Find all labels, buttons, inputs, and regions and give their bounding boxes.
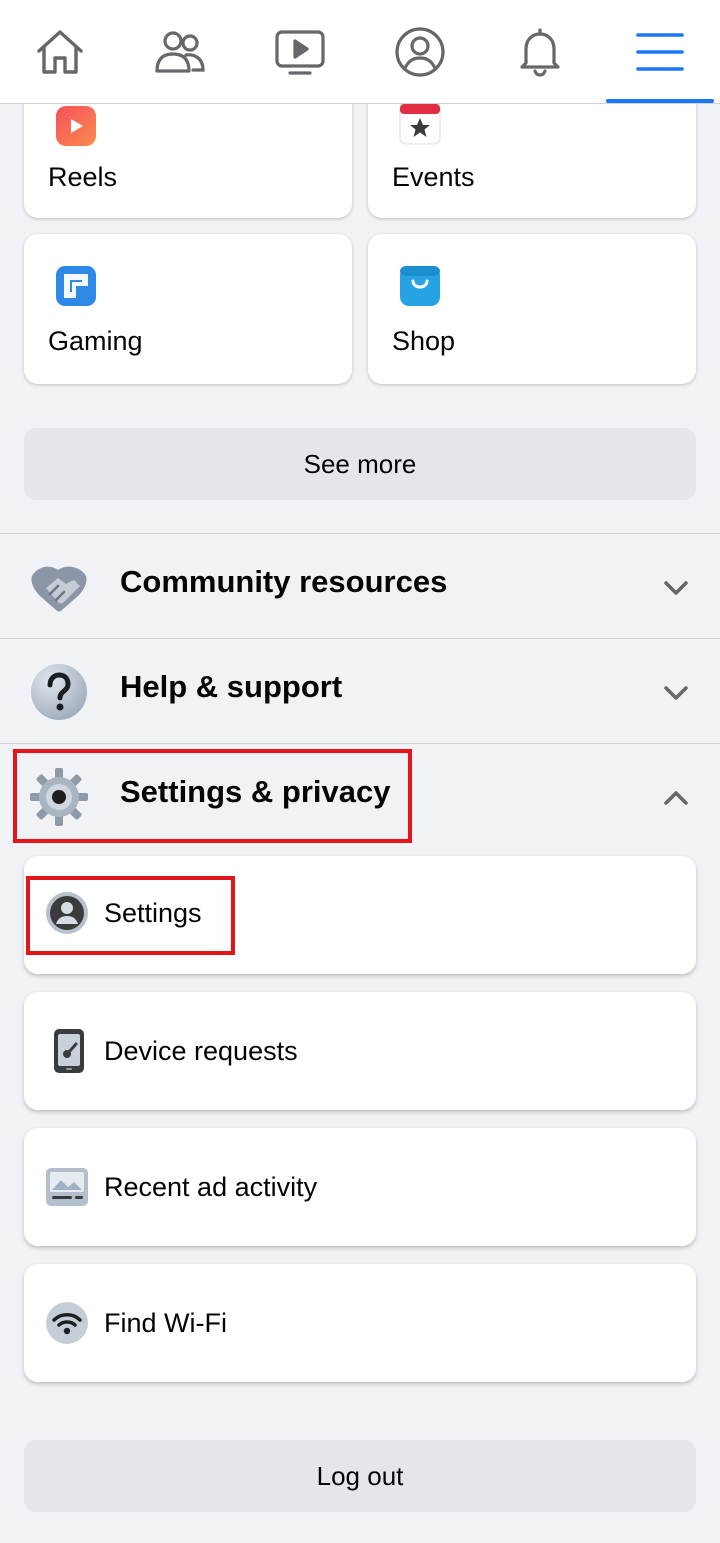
nav-menu[interactable] — [600, 0, 720, 104]
gear-icon — [30, 768, 88, 826]
menu-item-label: Device requests — [104, 1036, 298, 1066]
section-help-support[interactable]: Help & support — [0, 639, 720, 743]
shortcut-reels[interactable]: Reels — [24, 90, 352, 218]
phone-key-icon — [54, 1029, 84, 1073]
notifications-icon — [520, 28, 560, 77]
section-community-resources[interactable]: Community resources — [0, 534, 720, 638]
nav-home[interactable] — [0, 0, 120, 104]
nav-notifications[interactable] — [480, 0, 600, 104]
chevron-down-icon — [664, 686, 688, 700]
menu-item-settings[interactable]: Settings — [24, 856, 696, 974]
shortcut-label: Gaming — [48, 326, 143, 356]
shortcut-events[interactable]: Events — [368, 90, 696, 218]
nav-watch[interactable] — [240, 0, 360, 104]
shortcut-label: Reels — [48, 162, 118, 192]
menu-item-label: Find Wi-Fi — [104, 1308, 227, 1338]
nav-profile[interactable] — [360, 0, 480, 104]
section-label: Community resources — [120, 564, 448, 599]
user-circle-icon — [46, 892, 88, 934]
chevron-up-icon — [664, 791, 688, 805]
gaming-icon — [56, 266, 96, 306]
section-settings-privacy[interactable]: Settings & privacy — [0, 744, 720, 848]
profile-icon — [395, 27, 445, 77]
menu-item-label: Settings — [104, 898, 202, 928]
wifi-icon — [46, 1302, 88, 1344]
log-out-button[interactable]: Log out — [24, 1440, 696, 1512]
shortcut-label: Shop — [392, 326, 456, 356]
shortcut-label: Events — [392, 162, 475, 192]
shortcut-gaming[interactable]: Gaming — [24, 234, 352, 384]
see-more-button[interactable]: See more — [24, 428, 696, 500]
shortcut-shop[interactable]: Shop — [368, 234, 696, 384]
question-icon — [31, 664, 87, 720]
shop-icon — [400, 266, 440, 306]
menu-item-find-wifi[interactable]: Find Wi-Fi — [24, 1264, 696, 1382]
reels-icon — [56, 106, 96, 146]
ad-activity-icon — [46, 1168, 88, 1206]
home-icon — [37, 30, 83, 74]
active-tab-indicator — [606, 99, 714, 103]
menu-item-recent-ad-activity[interactable]: Recent ad activity — [24, 1128, 696, 1246]
section-label: Help & support — [120, 669, 343, 704]
menu-icon — [636, 33, 684, 71]
events-icon — [399, 103, 441, 145]
friends-icon — [155, 31, 205, 73]
nav-friends[interactable] — [120, 0, 240, 104]
menu-item-label: Recent ad activity — [104, 1172, 318, 1202]
handshake-icon — [31, 566, 87, 612]
section-label: Settings & privacy — [120, 774, 391, 809]
menu-item-device-requests[interactable]: Device requests — [24, 992, 696, 1110]
chevron-down-icon — [664, 581, 688, 595]
top-navigation-bar — [0, 0, 720, 104]
watch-icon — [275, 30, 325, 75]
